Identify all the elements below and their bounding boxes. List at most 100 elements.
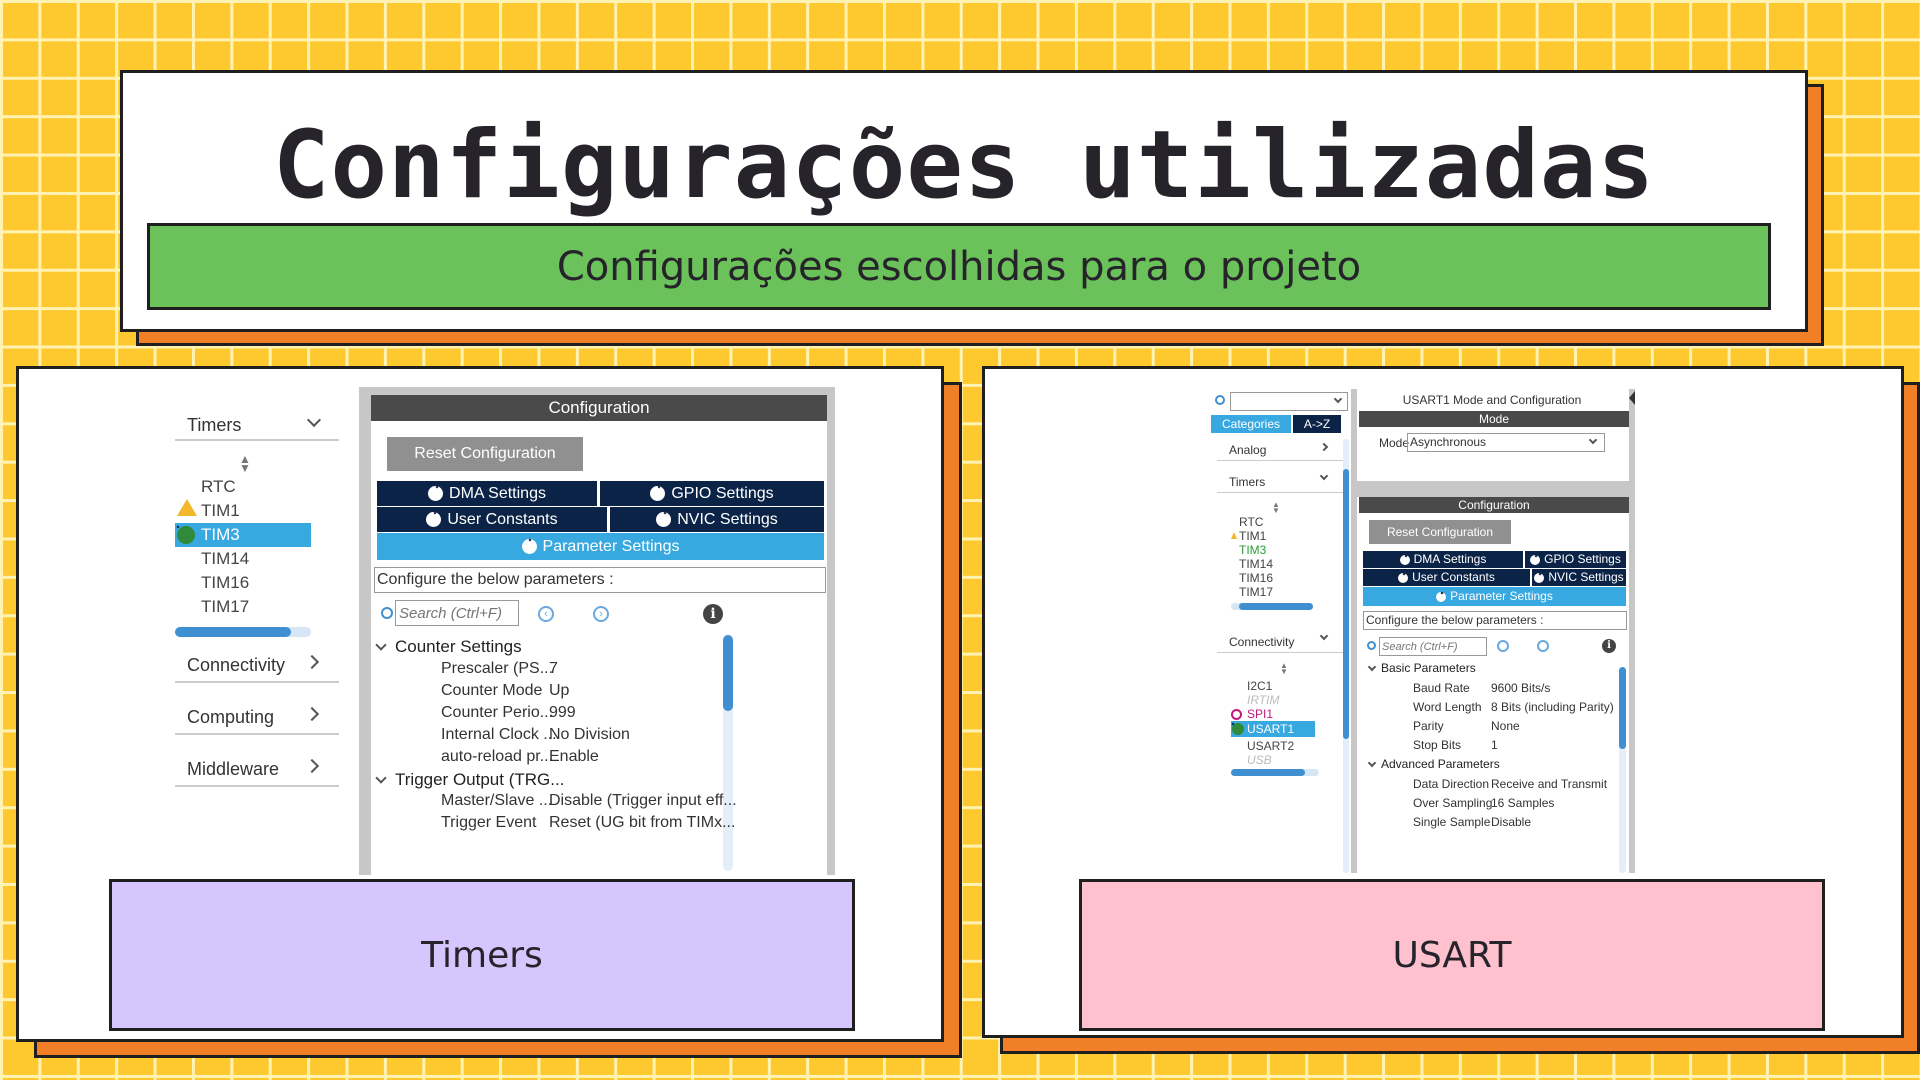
chevron-down-icon [375,639,387,651]
tab-parameter-settings[interactable]: Parameter Settings [1363,587,1626,606]
sidebar-item-spi1[interactable]: SPI1 [1247,707,1273,721]
param-row[interactable]: Master/Slave ... [441,792,552,810]
group-basic-parameters[interactable]: Basic Parameters [1367,661,1476,675]
param-value[interactable]: 8 Bits (including Parity) [1491,700,1614,714]
tab-dma-settings[interactable]: DMA Settings [1363,551,1523,568]
tab-user-constants[interactable]: User Constants [377,507,607,532]
tab-parameter-settings[interactable]: Parameter Settings [377,533,824,560]
prev-result-icon[interactable] [1497,640,1509,652]
category-timers[interactable]: Timers [1217,469,1343,493]
sidebar-item-tim14[interactable]: TIM14 [1239,557,1273,571]
tab-categories[interactable]: Categories [1211,415,1291,433]
check-icon [177,526,195,544]
sort-icon[interactable]: ▲ ▼ [239,453,251,474]
param-value[interactable]: Reset (UG bit from TIMx... [549,814,735,832]
mode-select[interactable]: Asynchronous [1407,433,1605,452]
group-advanced-parameters[interactable]: Advanced Parameters [1367,757,1500,771]
param-value[interactable]: 16 Samples [1491,796,1554,810]
param-value[interactable]: Up [549,682,569,700]
sidebar-item-usart1[interactable]: USART1 [1231,721,1315,737]
sidebar-item-i2c1[interactable]: I2C1 [1247,679,1272,693]
sort-icon[interactable]: ▲ ▼ [1272,501,1280,515]
param-value[interactable]: Receive and Transmit [1491,777,1607,791]
tab-nvic-settings[interactable]: NVIC Settings [1532,569,1626,586]
param-value[interactable]: None [1491,719,1520,733]
tab-dma-settings[interactable]: DMA Settings [377,481,597,506]
prev-result-icon[interactable]: ‹ [538,606,554,622]
next-result-icon[interactable] [1537,640,1549,652]
param-scrollbar[interactable] [1619,667,1626,749]
param-value[interactable]: No Division [549,726,630,744]
param-value[interactable]: 999 [549,704,576,722]
sort-icon[interactable]: ▲ ▼ [1280,662,1288,676]
reset-label: Reset Configuration [414,445,556,462]
tab-label: NVIC Settings [677,511,778,528]
param-value[interactable]: Enable [549,748,599,766]
param-scrollbar[interactable] [723,635,733,711]
info-icon[interactable]: i [703,604,723,624]
sidebar-item-tim1[interactable]: TIM1 [1239,529,1266,543]
sidebar-item-tim17[interactable]: TIM17 [1239,585,1273,599]
search-input[interactable] [1379,637,1487,656]
panel-right-edge [1629,389,1635,873]
param-value[interactable]: Disable [1491,815,1531,829]
param-row[interactable]: Word Length [1413,700,1482,714]
tab-user-constants[interactable]: User Constants [1363,569,1530,586]
tab-gpio-settings[interactable]: GPIO Settings [1525,551,1626,568]
sidebar-item-tim16[interactable]: TIM16 [1239,571,1273,585]
tab-gpio-settings[interactable]: GPIO Settings [600,481,824,506]
param-row[interactable]: Single Sample [1413,815,1490,829]
category-computing[interactable]: Computing [175,693,339,735]
sidebar-item-tim3[interactable]: TIM3 [1239,543,1266,557]
timers-category-header[interactable]: Timers [175,411,339,441]
param-row[interactable]: Stop Bits [1413,738,1461,752]
chevron-right-icon [304,758,320,774]
category-analog[interactable]: Analog [1217,437,1343,461]
param-row[interactable]: Trigger Event [441,814,536,832]
param-value[interactable]: 7 [549,660,558,678]
sidebar-item-usb[interactable]: USB [1247,753,1272,767]
sidebar-item-irtim[interactable]: IRTIM [1247,693,1279,707]
group-trigger-output[interactable]: Trigger Output (TRG... [375,770,564,790]
timers-scrollbar[interactable] [1239,603,1313,610]
reset-configuration-button[interactable]: Reset Configuration [1369,520,1511,544]
sidebar-scrollbar[interactable] [175,627,291,637]
info-icon[interactable]: i [1602,639,1616,653]
sidebar-search-dropdown[interactable] [1230,392,1348,411]
next-result-icon[interactable]: › [593,606,609,622]
sidebar-vscroll[interactable] [1343,469,1349,739]
param-value[interactable]: 9600 Bits/s [1491,681,1550,695]
category-middleware[interactable]: Middleware [175,745,339,787]
param-value[interactable]: Disable (Trigger input eff... [549,792,737,810]
category-connectivity[interactable]: Connectivity [175,641,339,683]
tab-a-to-z[interactable]: A->Z [1293,415,1341,433]
param-row[interactable]: Data Direction [1413,777,1489,791]
param-row[interactable]: Parity [1413,719,1444,733]
reset-configuration-button[interactable]: Reset Configuration [387,437,583,471]
configure-label-box: Configure the below parameters : [1363,611,1627,630]
param-row[interactable]: Internal Clock ... [441,726,557,744]
sidebar-item-usart2[interactable]: USART2 [1247,739,1294,753]
collapse-handle-icon[interactable] [1629,391,1635,405]
sidebar-item-rtc[interactable]: RTC [1239,515,1263,529]
param-row[interactable]: Prescaler (PS... [441,660,553,678]
param-row[interactable]: auto-reload pr... [441,748,553,766]
search-input[interactable] [395,600,519,626]
sidebar-item-tim1[interactable]: TIM1 [201,501,240,521]
sidebar-item-tim16[interactable]: TIM16 [201,573,249,593]
conn-scrollbar[interactable] [1231,769,1305,776]
group-counter-settings[interactable]: Counter Settings [375,637,522,657]
sidebar-item-tim3[interactable]: TIM3 [175,523,311,547]
sidebar-item-rtc[interactable]: RTC [201,477,236,497]
param-value[interactable]: 1 [1491,738,1498,752]
param-row[interactable]: Over Sampling [1413,796,1492,810]
sidebar-item-tim17[interactable]: TIM17 [201,597,249,617]
chevron-down-icon [1588,435,1598,445]
category-connectivity[interactable]: Connectivity [1217,629,1343,653]
sidebar-item-tim14[interactable]: TIM14 [201,549,249,569]
tab-label: Categories [1221,417,1281,431]
tab-nvic-settings[interactable]: NVIC Settings [610,507,824,532]
param-row[interactable]: Counter Perio... [441,704,553,722]
param-row[interactable]: Baud Rate [1413,681,1470,695]
param-row[interactable]: Counter Mode [441,682,542,700]
